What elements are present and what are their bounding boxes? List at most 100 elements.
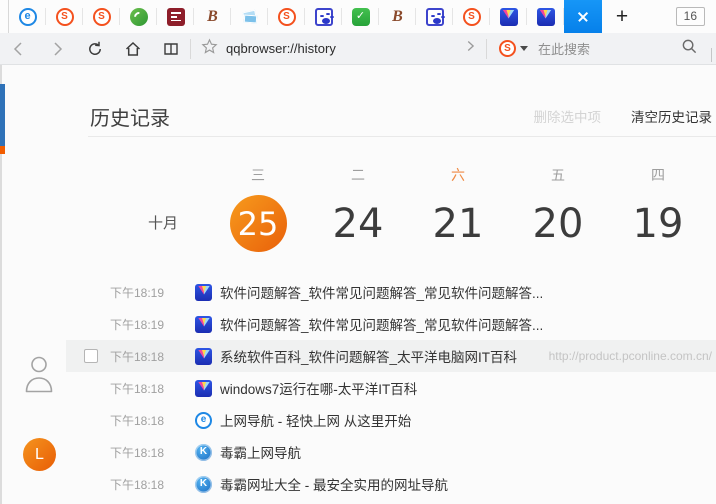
calendar-month-label: 十月: [148, 212, 178, 233]
new-tab-button[interactable]: +: [607, 0, 637, 33]
left-rail-orange-indicator: [0, 146, 5, 154]
tab-bar: e S S B S ✓ B S + 16: [0, 0, 716, 33]
history-title-link[interactable]: 软件问题解答_软件常见问题解答_常见软件问题解答...: [220, 314, 543, 334]
bookmarks-button[interactable]: [152, 33, 190, 65]
tab-3[interactable]: S: [83, 0, 120, 33]
page-title: 历史记录: [90, 102, 170, 131]
date-label[interactable]: 19: [603, 195, 713, 252]
pconline-favicon: [195, 348, 212, 365]
tab-5[interactable]: [157, 0, 194, 33]
sidebar-item-tab-1[interactable]: e: [9, 0, 46, 33]
history-title-link[interactable]: 毒霸网址大全 - 最安全实用的网址导航: [220, 474, 448, 494]
pconline-icon: [537, 8, 555, 26]
home-button[interactable]: [114, 33, 152, 65]
back-button[interactable]: [0, 33, 38, 65]
tabbar-left-rail: [0, 0, 9, 33]
e-browser-icon: e: [19, 8, 37, 26]
history-row-hovered[interactable]: 下午18:18 系统软件百科_软件问题解答_太平洋电脑网IT百科 http://…: [66, 340, 716, 372]
address-url[interactable]: qqbrowser://history: [226, 41, 336, 56]
clipped-edge-control: [711, 48, 716, 62]
chevron-down-icon[interactable]: [520, 46, 528, 51]
history-title-link[interactable]: 系统软件百科_软件问题解答_太平洋电脑网IT百科: [220, 346, 517, 366]
history-url: http://product.pconline.com.cn/: [549, 349, 712, 363]
history-page: 历史记录 删除选中项 清空历史记录 十月 三 25 二 24 六 21 五 20…: [0, 65, 716, 504]
tab-2[interactable]: S: [46, 0, 83, 33]
tab-4[interactable]: [120, 0, 157, 33]
kingsoft-favicon: K: [195, 476, 212, 493]
visit-time: 下午18:18: [110, 476, 166, 493]
navigation-toolbar: qqbrowser://history S 在此搜索: [0, 33, 716, 65]
forward-button[interactable]: [38, 33, 76, 65]
green-bag-icon: ✓: [352, 8, 370, 26]
history-row[interactable]: 下午18:18 e 上网导航 - 轻快上网 从这里开始: [66, 404, 716, 436]
forward-icon: [48, 40, 66, 58]
sogou-search-engine-icon[interactable]: S: [499, 40, 516, 57]
weekday-label: 六: [403, 165, 513, 183]
calendar-day-21[interactable]: 六 21: [403, 165, 513, 252]
history-title-link[interactable]: 上网导航 - 轻快上网 从这里开始: [220, 410, 411, 430]
active-history-tab[interactable]: [564, 0, 602, 33]
tab-13[interactable]: S: [453, 0, 490, 33]
sogou-icon: S: [278, 8, 296, 26]
e-browser-favicon: e: [195, 412, 212, 429]
darkred-site-icon: [167, 8, 185, 26]
baidu-paw-icon: [426, 8, 444, 26]
sogou-icon: S: [463, 8, 481, 26]
selected-date-bubble[interactable]: 25: [230, 195, 287, 252]
blue-notes-icon: [241, 8, 259, 26]
calendar-day-20[interactable]: 五 20: [503, 165, 613, 252]
avatar[interactable]: L: [23, 438, 56, 471]
refresh-button[interactable]: [76, 33, 114, 65]
history-row[interactable]: 下午18:18 windows7运行在哪-太平洋IT百科: [66, 372, 716, 404]
weekday-label: 五: [503, 165, 613, 183]
visit-time: 下午18:18: [110, 444, 166, 461]
date-label[interactable]: 21: [403, 195, 513, 252]
history-row[interactable]: 下午18:18 K 毒霸上网导航: [66, 436, 716, 468]
left-rail-blue-indicator: [0, 84, 5, 146]
weekday-label: 四: [603, 165, 713, 183]
home-icon: [124, 40, 142, 58]
tab-15[interactable]: [527, 0, 564, 33]
close-tab-icon[interactable]: [577, 11, 589, 23]
date-label[interactable]: 24: [303, 195, 413, 252]
visit-time: 下午18:19: [110, 284, 166, 301]
history-title-link[interactable]: 软件问题解答_软件常见问题解答_常见软件问题解答...: [220, 282, 543, 302]
tab-7[interactable]: [231, 0, 268, 33]
search-box[interactable]: S 在此搜索: [487, 39, 716, 58]
delete-selected-button[interactable]: 删除选中项: [534, 106, 602, 126]
history-title-link[interactable]: 毒霸上网导航: [220, 442, 301, 462]
kingsoft-favicon: K: [195, 444, 212, 461]
favorite-star-icon[interactable]: [201, 38, 218, 60]
user-silhouette-icon[interactable]: [24, 354, 54, 399]
visit-time: 下午18:18: [110, 380, 166, 397]
tab-14[interactable]: [490, 0, 527, 33]
calendar-day-24[interactable]: 二 24: [303, 165, 413, 252]
open-book-icon: [162, 40, 180, 58]
history-row[interactable]: 下午18:18 K 毒霸网址大全 - 最安全实用的网址导航: [66, 468, 716, 500]
search-icon[interactable]: [681, 38, 698, 60]
row-checkbox[interactable]: [84, 349, 98, 363]
baidu-paw-icon: [315, 8, 333, 26]
calendar-day-25[interactable]: 三 25: [203, 165, 313, 252]
visit-time: 下午18:18: [110, 348, 166, 365]
tab-9[interactable]: [305, 0, 342, 33]
search-input[interactable]: 在此搜索: [538, 39, 590, 58]
tab-12[interactable]: [416, 0, 453, 33]
date-label[interactable]: 20: [503, 195, 613, 252]
tab-count-badge[interactable]: 16: [676, 7, 705, 26]
tab-10[interactable]: ✓: [342, 0, 379, 33]
tab-6[interactable]: B: [194, 0, 231, 33]
go-arrow-icon[interactable]: [462, 38, 478, 59]
tab-8[interactable]: S: [268, 0, 305, 33]
clear-history-button[interactable]: 清空历史记录: [631, 106, 712, 126]
history-row[interactable]: 下午18:19 软件问题解答_软件常见问题解答_常见软件问题解答...: [66, 276, 716, 308]
visit-time: 下午18:18: [110, 412, 166, 429]
pconline-favicon: [195, 316, 212, 333]
history-row[interactable]: 下午18:19 软件问题解答_软件常见问题解答_常见软件问题解答...: [66, 308, 716, 340]
calendar-day-19[interactable]: 四 19: [603, 165, 713, 252]
weekday-label: 三: [203, 165, 313, 183]
brown-b-icon: B: [204, 8, 222, 26]
history-title-link[interactable]: windows7运行在哪-太平洋IT百科: [220, 378, 417, 398]
address-bar[interactable]: qqbrowser://history: [191, 38, 486, 60]
tab-11[interactable]: B: [379, 0, 416, 33]
